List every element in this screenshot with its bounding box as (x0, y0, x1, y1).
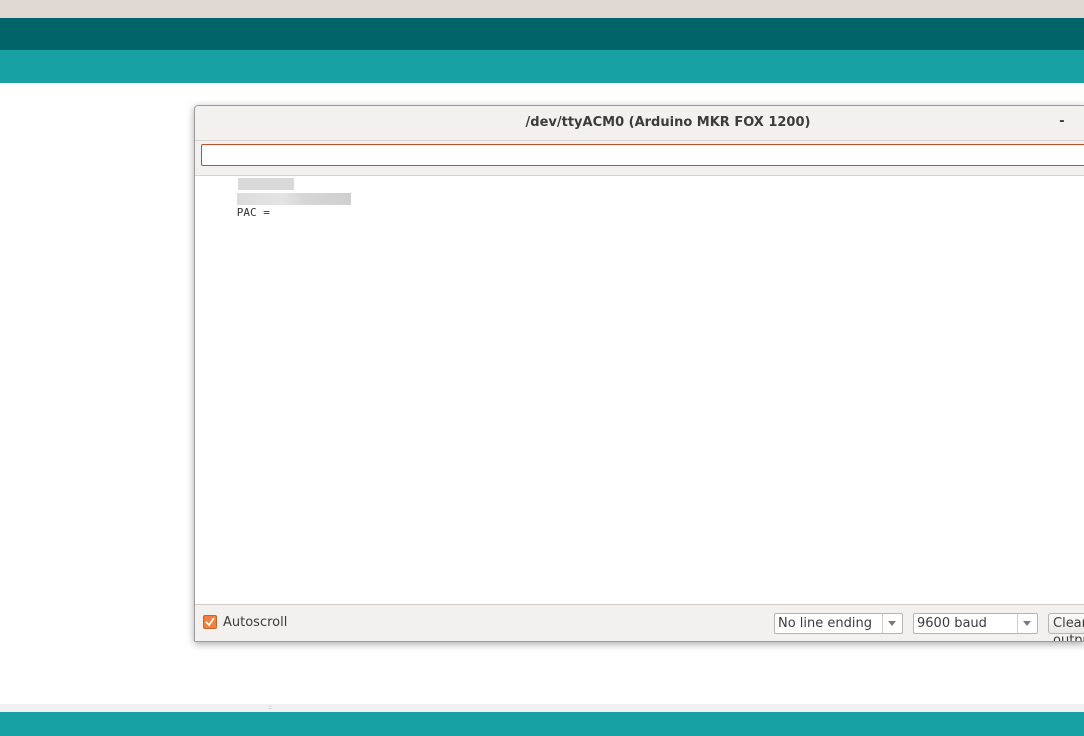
output-key-pac: PAC = (236, 206, 270, 219)
resize-grip-icon[interactable]: ::: (268, 705, 276, 711)
clear-output-button[interactable]: Clear output (1048, 613, 1084, 641)
autoscroll-label[interactable]: Autoscroll (223, 614, 287, 631)
serial-output-area[interactable]: ID = PAC = (195, 175, 1084, 605)
ide-toolbar-band (0, 18, 1084, 50)
baud-rate-select[interactable]: 9600 baud (913, 613, 1038, 634)
line-ending-dropdown-arrow[interactable] (882, 614, 902, 633)
chevron-down-icon (1023, 621, 1031, 626)
desktop-top-strip (0, 0, 1084, 18)
line-ending-value: No line ending (778, 616, 872, 631)
serial-monitor-window: /dev/ttyACM0 (Arduino MKR FOX 1200) - ID… (194, 105, 1084, 642)
redacted-pac-value (237, 193, 351, 205)
redacted-id-value (238, 178, 294, 190)
window-titlebar[interactable]: /dev/ttyACM0 (Arduino MKR FOX 1200) - (195, 106, 1084, 141)
line-ending-select[interactable]: No line ending (774, 613, 903, 634)
editor-status-strip: ::: (0, 704, 1084, 712)
serial-command-input[interactable] (201, 144, 1084, 166)
command-bar (195, 141, 1084, 175)
ide-tab-band (0, 50, 1084, 83)
baud-rate-dropdown-arrow[interactable] (1017, 614, 1037, 633)
chevron-down-icon (888, 621, 896, 626)
checkmark-icon (205, 617, 215, 627)
minimize-button[interactable]: - (1055, 115, 1069, 129)
clear-output-label: Clear output (1053, 616, 1084, 642)
autoscroll-checkbox[interactable] (203, 615, 217, 629)
serial-statusbar: Autoscroll No line ending 9600 baud Clea… (195, 604, 1084, 641)
baud-rate-value: 9600 baud (917, 616, 987, 631)
window-title: /dev/ttyACM0 (Arduino MKR FOX 1200) (525, 115, 811, 130)
ide-bottom-band (0, 712, 1084, 736)
